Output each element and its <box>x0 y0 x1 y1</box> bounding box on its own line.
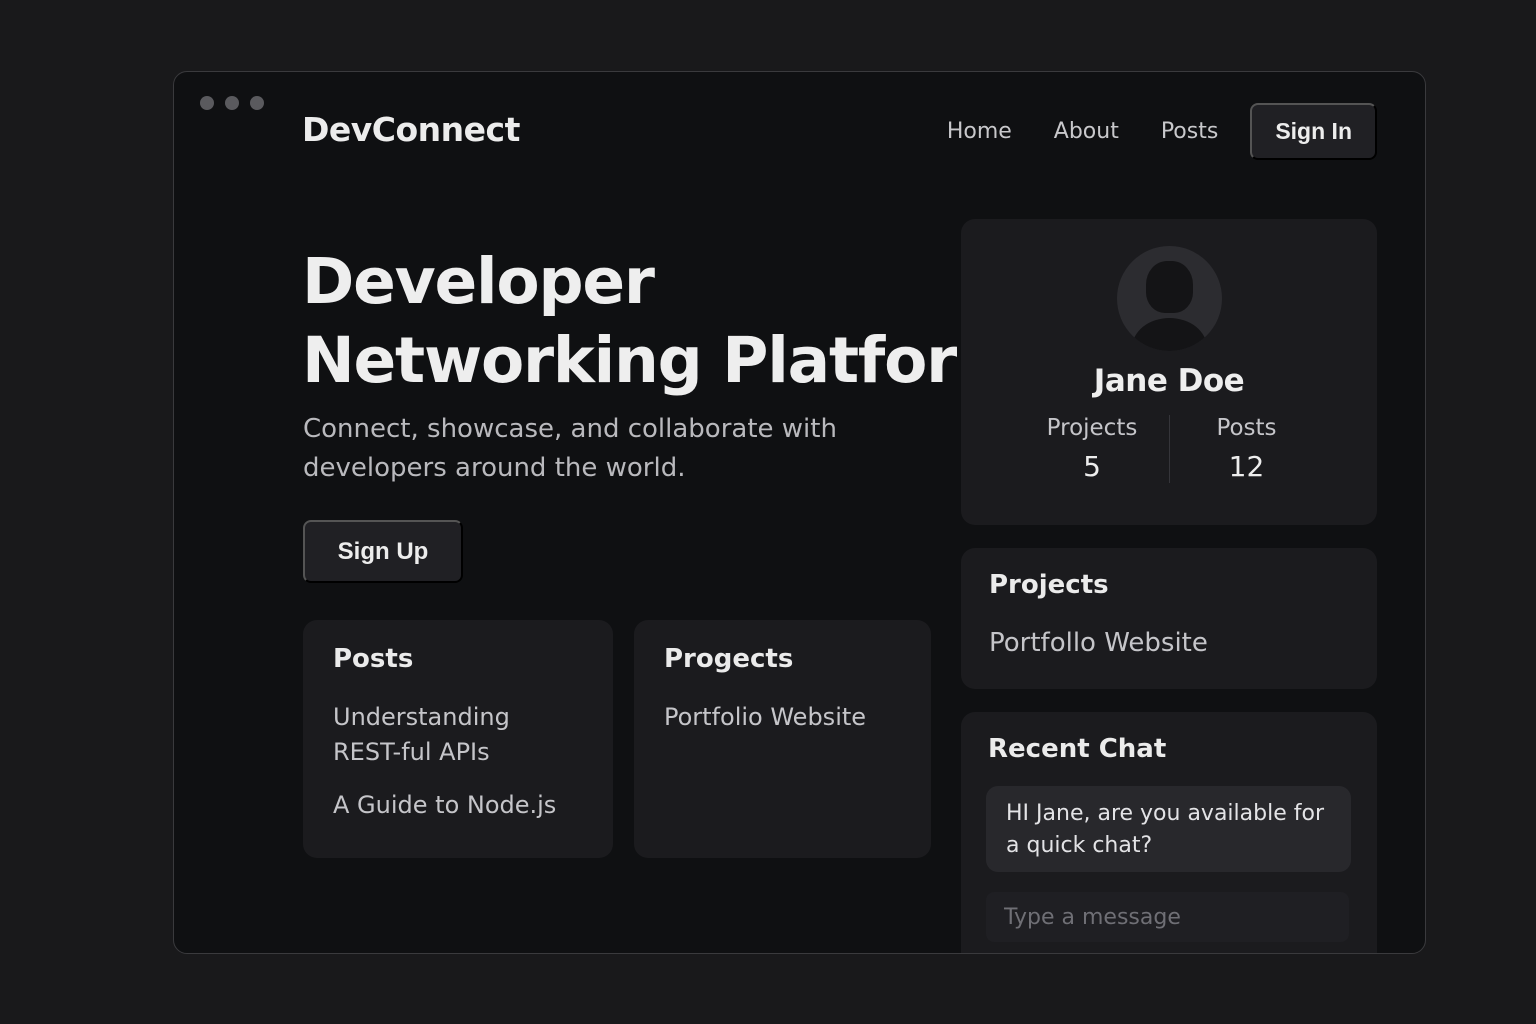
nav-link-home[interactable]: Home <box>947 119 1012 144</box>
stat-label: Projects <box>1046 415 1138 441</box>
project-item[interactable]: Portfolio Website <box>664 700 901 735</box>
stat-label: Posts <box>1216 415 1277 441</box>
recent-chat-title: Recent Chat <box>988 734 1167 764</box>
profile-name: Jane Doe <box>1093 363 1245 399</box>
hero-subtitle: Connect, showcase, and collaborate with … <box>303 414 837 483</box>
posts-card-title: Posts <box>333 644 414 674</box>
stat-value: 5 <box>1083 450 1101 483</box>
hero-title: Developer Networking Platform <box>302 242 1022 400</box>
profile-card: Jane Doe Projects 5 Posts 12 <box>961 219 1377 525</box>
post-item[interactable]: A Guide to Node.js <box>333 788 583 823</box>
nav-link-about[interactable]: About <box>1054 119 1119 144</box>
sign-up-button[interactable]: Sign Up <box>303 520 463 583</box>
stat-posts[interactable]: Posts 12 <box>1169 415 1323 483</box>
top-nav: Home About Posts Sign In <box>947 103 1377 160</box>
avatar-head-shape <box>1145 261 1193 313</box>
post-item[interactable]: Understanding REST-ful APIs <box>333 700 583 770</box>
minimize-dot-icon[interactable] <box>225 96 239 110</box>
avatar-icon[interactable] <box>1116 246 1222 351</box>
close-dot-icon[interactable] <box>200 96 214 110</box>
stat-value: 12 <box>1228 450 1265 483</box>
chat-message-bubble: HI Jane, are you available for a quick c… <box>986 786 1351 872</box>
stat-projects[interactable]: Projects 5 <box>1015 415 1169 483</box>
progects-card-title: Progects <box>664 644 794 674</box>
progects-card: Progects Portfolio Website <box>634 620 931 858</box>
nav-link-posts[interactable]: Posts <box>1161 119 1219 144</box>
hero-title-line-1: Developer <box>302 245 655 318</box>
window-controls <box>200 96 264 110</box>
profile-stats: Projects 5 Posts 12 <box>1015 415 1323 483</box>
hero-title-line-2: Networking Platform <box>302 324 1022 397</box>
browser-window: DevConnect Home About Posts Sign In Deve… <box>173 71 1426 954</box>
brand-logo[interactable]: DevConnect <box>302 110 520 149</box>
sign-in-button[interactable]: Sign In <box>1250 103 1377 160</box>
posts-card: Posts Understanding REST-ful APIs A Guid… <box>303 620 613 858</box>
projects-card-title: Projects <box>989 570 1109 600</box>
avatar-body-shape <box>1131 318 1207 351</box>
recent-chat-card: Recent Chat HI Jane, are you available f… <box>961 712 1377 953</box>
message-input[interactable] <box>986 892 1349 942</box>
maximize-dot-icon[interactable] <box>250 96 264 110</box>
project-item[interactable]: Portfollo Website <box>989 626 1349 661</box>
projects-card: Projects Portfollo Website <box>961 548 1377 689</box>
